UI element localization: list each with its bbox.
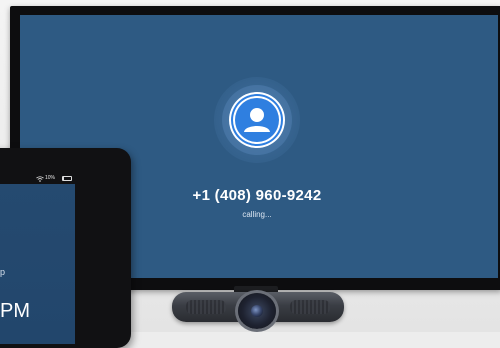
wifi-icon xyxy=(36,176,44,182)
camera-speaker-grill-left xyxy=(186,300,226,314)
tablet-text-fragment: p xyxy=(0,267,6,277)
battery-level-fill xyxy=(63,177,64,180)
camera-speaker-grill-right xyxy=(290,300,330,314)
battery-percentage: 10% xyxy=(45,175,56,181)
tablet-time-fragment: PM xyxy=(0,300,30,322)
person-avatar-icon xyxy=(235,98,279,142)
camera-lens xyxy=(251,305,263,317)
